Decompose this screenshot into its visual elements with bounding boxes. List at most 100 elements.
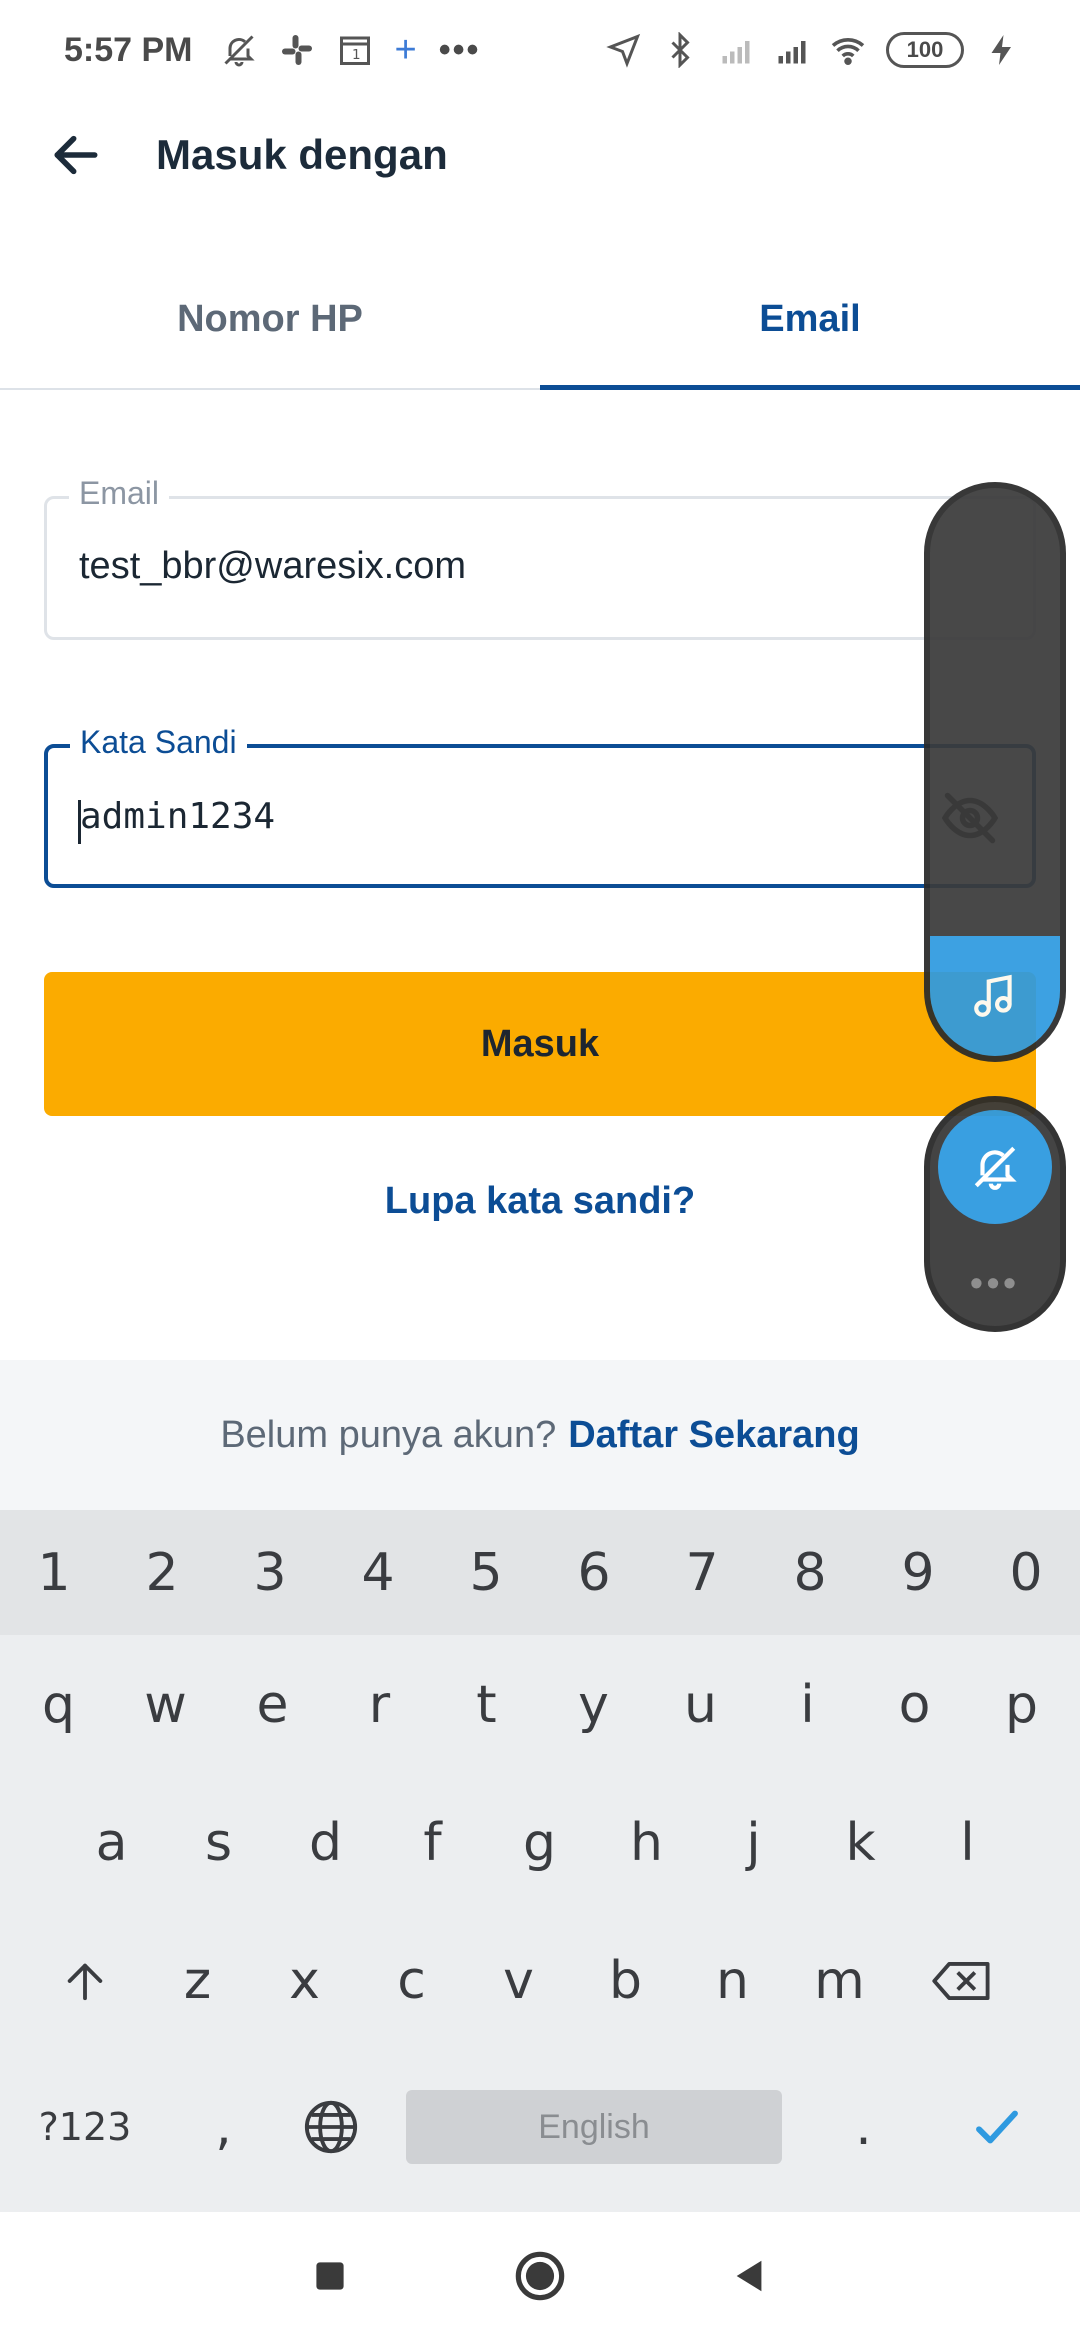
- battery-icon: 100: [886, 32, 964, 68]
- keyboard-row-1: q w e r t y u i o p: [5, 1640, 1075, 1770]
- more-status-icon: •••: [438, 31, 481, 69]
- keyboard: 1 2 3 4 5 6 7 8 9 0 q w e r t y u i o p …: [0, 1510, 1080, 2212]
- forgot-password-link[interactable]: Lupa kata sandi?: [0, 1180, 1080, 1223]
- key-3[interactable]: 3: [216, 1510, 324, 1635]
- key-j[interactable]: j: [700, 1778, 807, 1908]
- key-g[interactable]: g: [486, 1778, 593, 1908]
- key-6[interactable]: 6: [540, 1510, 648, 1635]
- key-p[interactable]: p: [968, 1640, 1075, 1770]
- status-time: 5:57 PM: [64, 30, 193, 69]
- bell-off-status-icon: [223, 35, 255, 67]
- key-z[interactable]: z: [144, 1916, 251, 2046]
- key-9[interactable]: 9: [864, 1510, 972, 1635]
- floating-panel[interactable]: [924, 482, 1066, 1062]
- key-b[interactable]: b: [572, 1916, 679, 2046]
- signal-icon: [778, 41, 806, 64]
- text-caret: [78, 800, 81, 844]
- music-button[interactable]: [930, 936, 1060, 1056]
- page-title: Masuk dengan: [156, 131, 448, 178]
- key-u[interactable]: u: [647, 1640, 754, 1770]
- keyboard-number-row: 1 2 3 4 5 6 7 8 9 0: [0, 1510, 1080, 1635]
- shift-key[interactable]: [30, 1916, 140, 2046]
- key-y[interactable]: y: [540, 1640, 647, 1770]
- key-t[interactable]: t: [433, 1640, 540, 1770]
- nav-circle-icon: [515, 2251, 565, 2301]
- key-o[interactable]: o: [861, 1640, 968, 1770]
- forgot-password-label: Lupa kata sandi?: [384, 1180, 696, 1222]
- email-field[interactable]: Email test_bbr@waresix.com: [44, 475, 1036, 640]
- space-key[interactable]: English: [406, 2090, 782, 2164]
- login-button[interactable]: Masuk: [44, 972, 1036, 1116]
- bell-off-icon: [974, 1146, 1017, 1190]
- key-q[interactable]: q: [5, 1640, 112, 1770]
- key-e[interactable]: e: [219, 1640, 326, 1770]
- key-1[interactable]: 1: [0, 1510, 108, 1635]
- key-s[interactable]: s: [165, 1778, 272, 1908]
- home-button[interactable]: [510, 2246, 570, 2306]
- key-k[interactable]: k: [807, 1778, 914, 1908]
- email-value: test_bbr@waresix.com: [79, 545, 467, 587]
- plus-status-icon: +: [394, 29, 417, 71]
- app-header: Masuk dengan: [0, 100, 1080, 210]
- period-key[interactable]: .: [810, 2062, 917, 2192]
- key-8[interactable]: 8: [756, 1510, 864, 1635]
- location-icon: [606, 33, 641, 68]
- system-nav-bar: [0, 2212, 1080, 2340]
- recents-button[interactable]: [300, 2246, 360, 2306]
- register-link[interactable]: Daftar Sekarang: [568, 1414, 859, 1457]
- wifi-icon: [831, 38, 865, 66]
- status-bar: 5:57 PM 1 + ••• 100: [0, 0, 1080, 100]
- key-7[interactable]: 7: [648, 1510, 756, 1635]
- keyboard-row-3: z x c v b n m: [30, 1916, 1027, 2046]
- back-button[interactable]: [16, 100, 136, 210]
- back-arrow-icon: [54, 135, 98, 175]
- tab-email[interactable]: Email: [540, 250, 1080, 390]
- nav-square-icon: [316, 2262, 344, 2290]
- login-method-tabs: Nomor HP Email: [0, 250, 1080, 390]
- key-f[interactable]: f: [379, 1778, 486, 1908]
- symbols-key[interactable]: ?123: [0, 2062, 170, 2192]
- keyboard-row-4: ?123 , English .: [0, 2062, 1077, 2192]
- key-r[interactable]: r: [326, 1640, 433, 1770]
- calendar-icon: 1: [339, 36, 370, 65]
- password-label: Kata Sandi: [70, 724, 247, 761]
- key-l[interactable]: l: [914, 1778, 1021, 1908]
- key-a[interactable]: a: [58, 1778, 165, 1908]
- key-d[interactable]: d: [272, 1778, 379, 1908]
- key-5[interactable]: 5: [432, 1510, 540, 1635]
- key-i[interactable]: i: [754, 1640, 861, 1770]
- keyboard-row-2: a s d f g h j k l: [58, 1778, 1021, 1908]
- slack-icon: [281, 35, 312, 65]
- key-4[interactable]: 4: [324, 1510, 432, 1635]
- floating-panel-2[interactable]: •••: [924, 1096, 1066, 1332]
- key-w[interactable]: w: [112, 1640, 219, 1770]
- svg-text:1: 1: [352, 47, 361, 63]
- back-nav-button[interactable]: [720, 2246, 780, 2306]
- key-n[interactable]: n: [679, 1916, 786, 2046]
- tab-phone[interactable]: Nomor HP: [0, 250, 540, 388]
- comma-key[interactable]: ,: [170, 2062, 277, 2192]
- globe-icon: [304, 2100, 357, 2154]
- enter-key[interactable]: [917, 2062, 1077, 2192]
- backspace-icon: [932, 1962, 990, 2000]
- shift-icon: [67, 1963, 103, 2001]
- charging-icon: [991, 35, 1011, 65]
- more-options-icon[interactable]: •••: [930, 1262, 1060, 1304]
- register-band: Belum punya akun? Daftar Sekarang: [0, 1360, 1080, 1510]
- backspace-key[interactable]: [897, 1916, 1027, 2046]
- key-h[interactable]: h: [593, 1778, 700, 1908]
- key-c[interactable]: c: [358, 1916, 465, 2046]
- music-note-icon: [974, 974, 1012, 1017]
- password-field[interactable]: Kata Sandi admin1234: [44, 724, 1036, 888]
- key-2[interactable]: 2: [108, 1510, 216, 1635]
- signal-weak-icon: [722, 41, 750, 64]
- key-m[interactable]: m: [786, 1916, 893, 2046]
- language-key[interactable]: [277, 2062, 384, 2192]
- email-label: Email: [69, 475, 170, 512]
- key-x[interactable]: x: [251, 1916, 358, 2046]
- nav-back-icon: [736, 2260, 762, 2292]
- check-icon: [976, 2110, 1018, 2144]
- key-v[interactable]: v: [465, 1916, 572, 2046]
- mute-button[interactable]: [938, 1110, 1052, 1224]
- key-0[interactable]: 0: [972, 1510, 1080, 1635]
